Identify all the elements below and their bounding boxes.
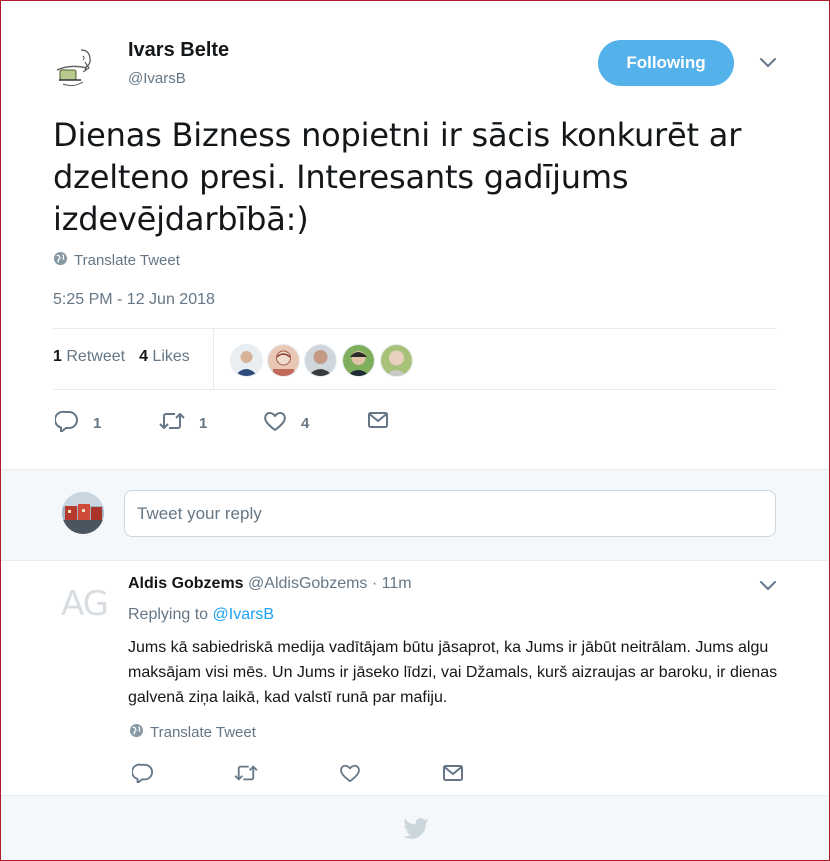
- reply-icon: [131, 763, 154, 787]
- reply-reply-action[interactable]: [131, 763, 154, 787]
- heart-icon: [339, 763, 361, 787]
- reply-action[interactable]: 1: [54, 410, 102, 436]
- liker-avatar[interactable]: [380, 344, 413, 377]
- retweet-action[interactable]: 1: [159, 410, 207, 436]
- tweet-timestamp[interactable]: 5:25 PM - 12 Jun 2018: [53, 291, 215, 309]
- replying-to: Replying to @IvarsB: [128, 606, 274, 624]
- like-count: 4: [301, 414, 310, 432]
- likes-stat[interactable]: 4 Likes: [139, 348, 190, 366]
- retweet-icon: [159, 410, 185, 436]
- reply-count: 1: [93, 414, 102, 432]
- translate-tweet-link[interactable]: Translate Tweet: [53, 251, 180, 270]
- direct-message-icon: [442, 763, 464, 787]
- reply-icon: [54, 410, 79, 436]
- retweets-label: Retweet: [66, 348, 126, 365]
- author-avatar-image: [51, 42, 101, 92]
- following-button[interactable]: Following: [598, 40, 734, 86]
- reply-text: Jums kā sabiedriskā medija vadītājam būt…: [128, 639, 778, 706]
- globe-icon: [53, 251, 68, 270]
- reply-header: Aldis Gobzems @AldisGobzems · 11m: [128, 575, 412, 593]
- current-user-avatar[interactable]: [62, 492, 104, 534]
- reply-separator: ·: [371, 575, 378, 592]
- author-name[interactable]: Ivars Belte: [128, 39, 229, 62]
- retweet-icon: [234, 763, 258, 787]
- retweet-count: 1: [199, 414, 208, 432]
- tweet-text: Dienas Bizness nopietni ir sācis konkurē…: [53, 116, 742, 238]
- reply-translate-tweet-link[interactable]: Translate Tweet: [129, 723, 256, 742]
- tweet-page: Ivars Belte @IvarsB Following Dienas Biz…: [0, 0, 830, 861]
- twitter-bird-icon: [402, 818, 430, 846]
- liker-avatar[interactable]: [342, 344, 375, 377]
- direct-message-action[interactable]: [367, 410, 389, 434]
- replying-to-label: Replying to: [128, 606, 209, 623]
- reply-translate-label: Translate Tweet: [150, 724, 256, 741]
- liker-avatar[interactable]: [304, 344, 337, 377]
- tweet-stats: 1 Retweet 4 Likes: [53, 348, 190, 366]
- divider: [53, 389, 777, 390]
- heart-icon: [263, 410, 287, 436]
- chevron-down-icon[interactable]: [758, 579, 778, 598]
- liker-avatar[interactable]: [267, 344, 300, 377]
- author-avatar[interactable]: [51, 42, 101, 92]
- reply-retweet-action[interactable]: [234, 763, 258, 787]
- globe-icon: [129, 723, 144, 742]
- chevron-down-icon[interactable]: [758, 56, 778, 75]
- reply-input[interactable]: Tweet your reply: [124, 490, 776, 537]
- like-action[interactable]: 4: [263, 410, 309, 436]
- replying-to-handle[interactable]: @IvarsB: [213, 606, 275, 623]
- reply-author-handle[interactable]: @AldisGobzems: [248, 575, 367, 592]
- retweets-stat[interactable]: 1 Retweet: [53, 348, 125, 366]
- retweets-count: 1: [53, 348, 62, 365]
- reply-input-placeholder: Tweet your reply: [137, 503, 262, 523]
- reply-author-name[interactable]: Aldis Gobzems: [128, 575, 244, 592]
- likes-label: Likes: [152, 348, 190, 365]
- author-handle[interactable]: @IvarsB: [128, 70, 186, 87]
- translate-tweet-label: Translate Tweet: [74, 252, 180, 269]
- reply-author-avatar[interactable]: AG: [61, 584, 109, 630]
- reply-direct-message-action[interactable]: [442, 763, 464, 787]
- stats-divider: [213, 329, 214, 389]
- reply-time[interactable]: 11m: [382, 575, 412, 592]
- direct-message-icon: [367, 410, 389, 434]
- divider: [53, 328, 777, 329]
- reply-like-action[interactable]: [339, 763, 361, 787]
- liker-avatar[interactable]: [230, 344, 263, 377]
- likes-count: 4: [139, 348, 148, 365]
